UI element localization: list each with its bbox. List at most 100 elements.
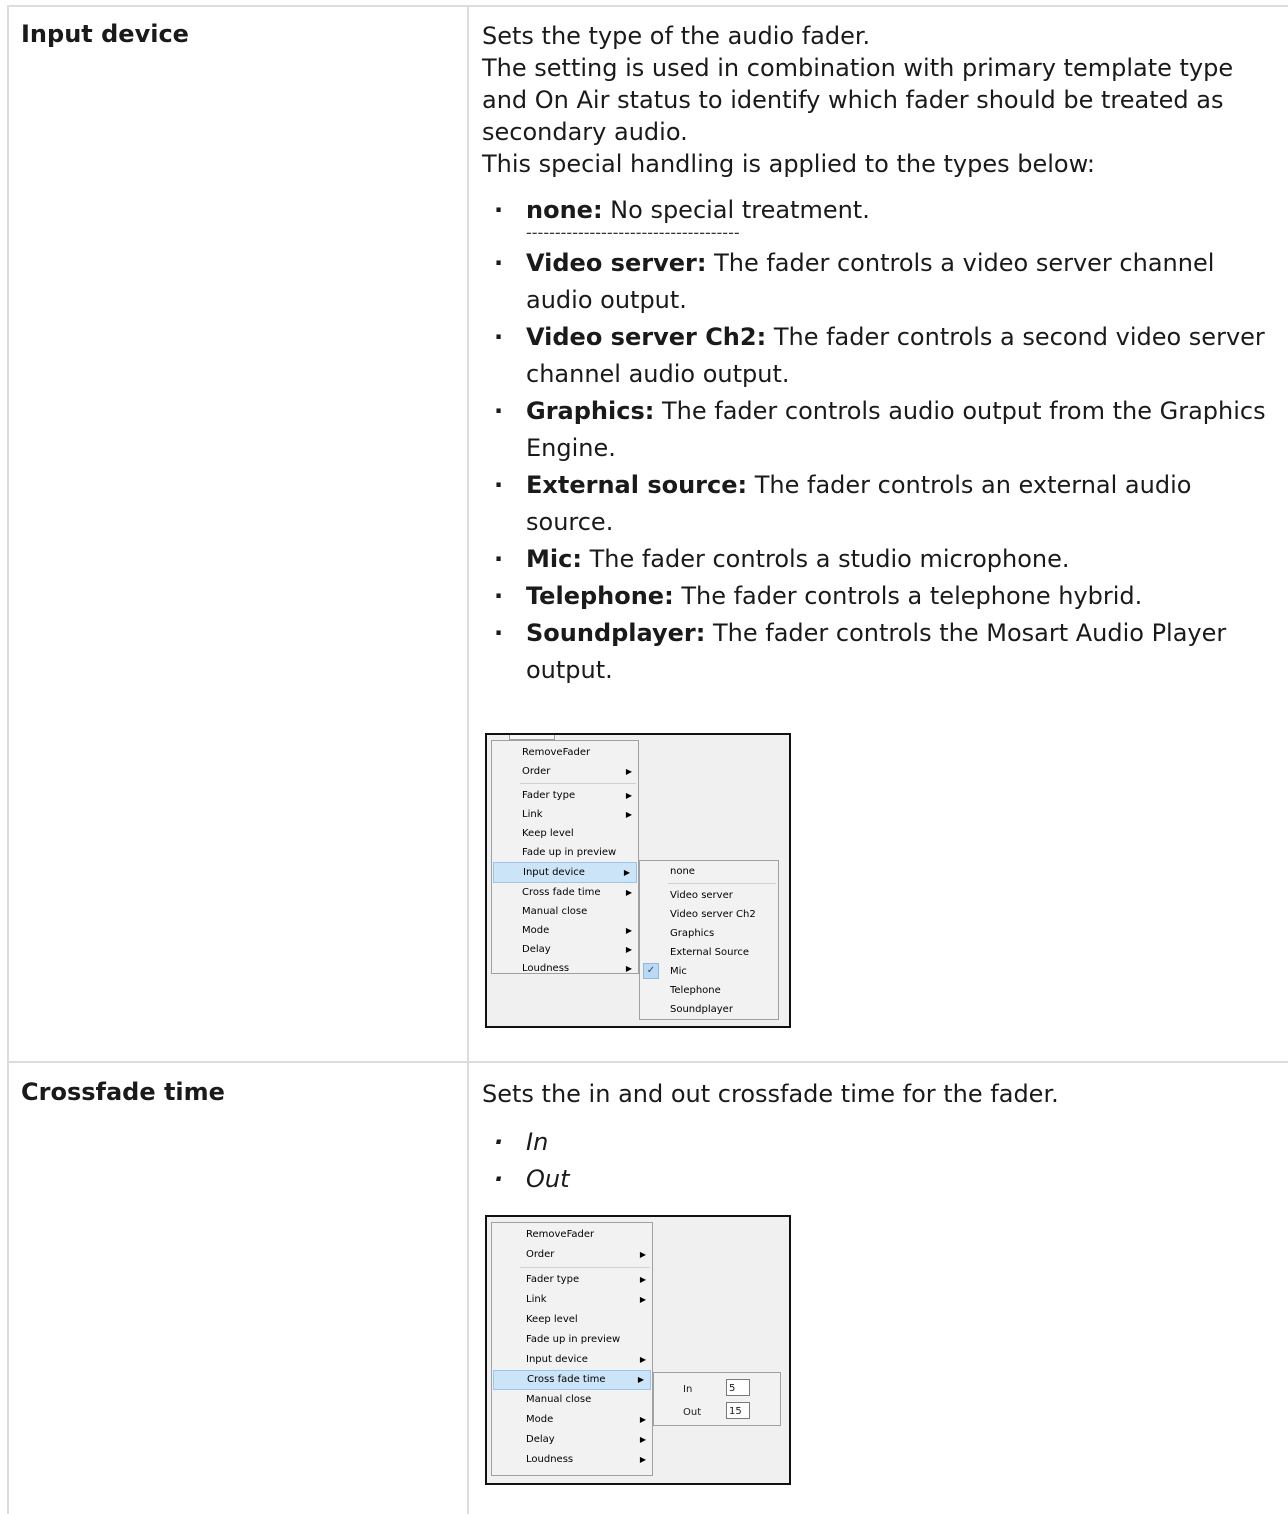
- list-item: In: [482, 1124, 1272, 1161]
- menu-item-label: Order: [522, 766, 551, 777]
- menu-separator: [520, 783, 636, 784]
- menu-separator: [520, 1267, 650, 1268]
- menu-item-label: Input device: [523, 867, 585, 878]
- input-device-types-list: none: No special treatment. ------------…: [482, 192, 1272, 689]
- menu-item-loudness[interactable]: Loudness ▶: [492, 1450, 652, 1470]
- menu-item-manual-close[interactable]: Manual close: [492, 902, 638, 921]
- table-row-divider: [7, 1061, 1288, 1063]
- item-text: The fader controls a telephone hybrid.: [673, 582, 1143, 610]
- menu-item-label: Cross fade time: [522, 887, 601, 898]
- crossfade-in-input[interactable]: 5: [726, 1379, 750, 1396]
- submenu-item-graphics[interactable]: Graphics: [640, 924, 778, 943]
- menu-item-delay[interactable]: Delay ▶: [492, 940, 638, 959]
- checkmark-icon: ✓: [643, 963, 659, 979]
- submenu-item-none[interactable]: none: [640, 862, 778, 881]
- submenu-arrow-icon: ▶: [639, 1415, 646, 1424]
- menu-item-fade-up-in-preview[interactable]: Fade up in preview: [492, 1330, 652, 1350]
- row-description-input-device: Sets the type of the audio fader. The se…: [482, 20, 1272, 689]
- submenu-arrow-icon: ▶: [639, 1455, 646, 1464]
- submenu-item-soundplayer[interactable]: Soundplayer: [640, 1000, 778, 1019]
- menu-item-removefader[interactable]: RemoveFader: [492, 743, 638, 762]
- context-menu: RemoveFader Order ▶ Fader type ▶ Link ▶ Kee…: [491, 740, 639, 974]
- submenu-arrow-icon: ▶: [625, 945, 632, 954]
- item-term: Mic:: [526, 545, 582, 573]
- menu-item-mode[interactable]: Mode ▶: [492, 1410, 652, 1430]
- list-item: Telephone: The fader controls a telephon…: [482, 578, 1272, 615]
- menu-item-input-device[interactable]: Input device ▶: [492, 1350, 652, 1370]
- crossfade-list: In Out: [482, 1124, 1272, 1198]
- menu-item-label: Link: [526, 1294, 547, 1305]
- menu-item-link[interactable]: Link ▶: [492, 1290, 652, 1310]
- table-column-divider: [467, 5, 469, 1514]
- submenu-arrow-icon: ▶: [625, 926, 632, 935]
- intro-line: Sets the type of the audio fader.: [482, 22, 871, 50]
- row-label-crossfade-time: Crossfade time: [21, 1078, 225, 1106]
- menu-item-label: Delay: [526, 1434, 555, 1445]
- menu-separator: [668, 883, 776, 884]
- menu-item-order[interactable]: Order ▶: [492, 762, 638, 781]
- menu-item-label: Loudness: [526, 1454, 574, 1465]
- menu-item-cross-fade-time[interactable]: Cross fade time ▶: [493, 1370, 651, 1390]
- submenu-item-video-server[interactable]: Video server: [640, 886, 778, 905]
- menu-item-label: Fader type: [522, 790, 576, 801]
- crossfade-submenu: In 5 Out 15: [653, 1372, 781, 1426]
- settings-table: Input device Sets the type of the audio …: [0, 0, 1288, 1514]
- menu-item-keep-level[interactable]: Keep level: [492, 1310, 652, 1330]
- submenu-arrow-icon: ▶: [625, 767, 632, 776]
- submenu-item-telephone[interactable]: Telephone: [640, 981, 778, 1000]
- menu-item-removefader[interactable]: RemoveFader: [492, 1225, 652, 1245]
- menu-item-fader-type[interactable]: Fader type ▶: [492, 786, 638, 805]
- submenu-arrow-icon: ▶: [625, 791, 632, 800]
- submenu-arrow-icon: ▶: [639, 1295, 646, 1304]
- menu-item-label: Order: [526, 1249, 555, 1260]
- crossfade-menu-screenshot: RemoveFader Order ▶ Fader type ▶ Link ▶ Kee…: [485, 1215, 791, 1485]
- menu-item-keep-level[interactable]: Keep level: [492, 824, 638, 843]
- separator-dashes: -------------------------------------: [526, 223, 740, 242]
- submenu-item-mic[interactable]: ✓ Mic: [640, 962, 778, 981]
- table-border-left: [7, 5, 9, 1514]
- menu-item-fader-type[interactable]: Fader type ▶: [492, 1270, 652, 1290]
- menu-item-label: Input device: [526, 1354, 588, 1365]
- submenu-arrow-icon: ▶: [639, 1250, 646, 1259]
- list-item: none: No special treatment. ------------…: [482, 192, 1272, 243]
- context-menu: RemoveFader Order ▶ Fader type ▶ Link ▶ Kee…: [491, 1222, 653, 1476]
- menu-item-label: Fader type: [526, 1274, 580, 1285]
- item-term: Soundplayer:: [526, 619, 706, 647]
- list-item: Out: [482, 1161, 1272, 1198]
- menu-item-label: Loudness: [522, 963, 570, 974]
- list-item: Video server Ch2: The fader controls a s…: [482, 319, 1272, 393]
- menu-item-order[interactable]: Order ▶: [492, 1245, 652, 1265]
- menu-item-manual-close[interactable]: Manual close: [492, 1390, 652, 1410]
- submenu-arrow-icon: ▶: [625, 888, 632, 897]
- menu-item-link[interactable]: Link ▶: [492, 805, 638, 824]
- menu-item-fade-up-in-preview[interactable]: Fade up in preview: [492, 843, 638, 862]
- input-device-submenu: none Video server Video server Ch2 Graph…: [639, 860, 779, 1020]
- menu-item-delay[interactable]: Delay ▶: [492, 1430, 652, 1450]
- item-text: No special treatment.: [602, 196, 870, 224]
- item-term: none:: [526, 196, 603, 224]
- item-term: Video server:: [526, 249, 707, 277]
- submenu-item-external-source[interactable]: External Source: [640, 943, 778, 962]
- submenu-arrow-icon: ▶: [625, 964, 632, 973]
- submenu-item-video-server-ch2[interactable]: Video server Ch2: [640, 905, 778, 924]
- submenu-arrow-icon: ▶: [639, 1355, 646, 1364]
- row-description-crossfade-time: Sets the in and out crossfade time for t…: [482, 1078, 1272, 1198]
- submenu-arrow-icon: ▶: [639, 1275, 646, 1284]
- crossfade-out-label: Out: [683, 1407, 702, 1418]
- menu-item-label: Mode: [522, 925, 550, 936]
- menu-item-loudness[interactable]: Loudness ▶: [492, 959, 638, 978]
- menu-item-label: Mode: [526, 1414, 554, 1425]
- intro-line: Sets the in and out crossfade time for t…: [482, 1080, 1059, 1108]
- submenu-item-label: Mic: [670, 966, 687, 977]
- intro-line: The setting is used in combination with …: [482, 54, 1234, 146]
- menu-item-cross-fade-time[interactable]: Cross fade time ▶: [492, 883, 638, 902]
- submenu-arrow-icon: ▶: [623, 868, 630, 877]
- menu-item-mode[interactable]: Mode ▶: [492, 921, 638, 940]
- menu-item-label: Delay: [522, 944, 551, 955]
- item-term: Telephone:: [526, 582, 674, 610]
- item-term: Video server Ch2:: [526, 323, 767, 351]
- crossfade-out-input[interactable]: 15: [726, 1402, 750, 1419]
- menu-item-input-device[interactable]: Input device ▶: [493, 862, 637, 883]
- row-label-input-device: Input device: [21, 20, 189, 48]
- table-border-top: [7, 5, 1288, 7]
